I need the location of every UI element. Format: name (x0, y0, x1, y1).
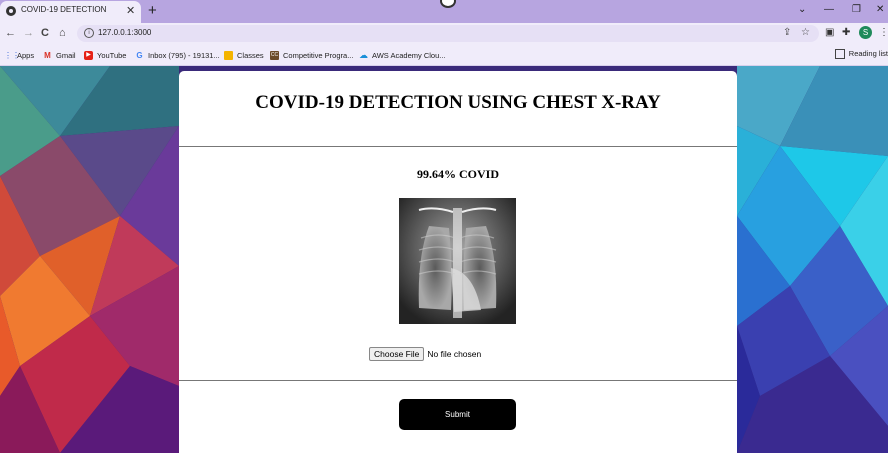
gmail-icon: M (44, 50, 51, 60)
bookmark-competitive-programming[interactable]: CC Competitive Progra... (270, 49, 353, 61)
browser-toolbar: ← → C ⌂ i 127.0.0.1:3000 ⇪ ☆ ▣ ✚ S ⋮ (0, 23, 888, 44)
bookmarks-bar: ⋮⋮ Apps M Gmail ▶ YouTube G Inbox (795) … (0, 44, 888, 66)
google-icon: G (136, 50, 143, 60)
bookmark-label: Competitive Progra... (283, 50, 354, 60)
bookmark-youtube[interactable]: ▶ YouTube (84, 49, 126, 61)
home-button[interactable]: ⌂ (59, 26, 66, 40)
bookmark-inbox[interactable]: G Inbox (795) - 19131... (135, 49, 220, 61)
bookmark-label: Classes (237, 50, 264, 60)
reading-list[interactable]: Reading list (834, 49, 888, 60)
close-window-button[interactable]: ✕ (876, 4, 884, 16)
url-text: 127.0.0.1:3000 (98, 28, 152, 37)
main-card: COVID-19 DETECTION USING CHEST X-RAY 99.… (179, 71, 737, 453)
menu-kebab-icon[interactable]: ⋮ (879, 26, 888, 40)
extension-badge-icon[interactable]: ▣ (825, 26, 834, 40)
cc-icon: CC (270, 50, 279, 60)
cloud-icon: ☁ (359, 49, 368, 60)
divider-top (179, 146, 737, 147)
reading-list-label: Reading list (848, 49, 888, 58)
tab-favicon-icon (6, 6, 16, 16)
page-title: COVID-19 DETECTION USING CHEST X-RAY (255, 92, 661, 113)
bookmark-label: AWS Academy Clou... (372, 50, 446, 60)
classroom-icon (224, 50, 233, 60)
apps-grid-icon: ⋮⋮ (4, 50, 20, 60)
tab-close-icon[interactable]: ✕ (126, 4, 135, 18)
camera-indicator-icon (440, 0, 456, 8)
bookmark-label: Gmail (56, 50, 76, 60)
restore-button[interactable]: ❐ (852, 4, 861, 16)
bookmark-aws-academy[interactable]: ☁ AWS Academy Clou... (359, 49, 446, 61)
site-info-icon[interactable]: i (84, 28, 94, 38)
minimize-button[interactable]: — (824, 4, 834, 16)
tab-strip: COVID-19 DETECTION ✕ + ⌄ — ❐ ✕ (0, 0, 888, 23)
tab-search-icon[interactable]: ⌄ (798, 4, 806, 16)
page-viewport: COVID-19 DETECTION USING CHEST X-RAY 99.… (0, 66, 888, 453)
youtube-icon: ▶ (84, 50, 93, 60)
bookmark-label: YouTube (97, 50, 127, 60)
bookmark-apps[interactable]: ⋮⋮ Apps (4, 49, 34, 61)
choose-file-button[interactable]: Choose File (369, 347, 425, 361)
bookmark-star-icon[interactable]: ☆ (801, 26, 810, 40)
bookmark-gmail[interactable]: M Gmail (43, 49, 76, 61)
back-button[interactable]: ← (5, 26, 16, 40)
profile-avatar[interactable]: S (859, 26, 872, 39)
file-status-text: No file chosen (427, 349, 482, 359)
reading-list-icon (834, 49, 845, 60)
bookmark-label: Apps (17, 50, 35, 60)
file-input[interactable]: Choose File No file chosen (369, 347, 481, 361)
extensions-puzzle-icon[interactable]: ✚ (842, 26, 850, 40)
bookmark-classes[interactable]: Classes (224, 49, 264, 61)
tab-title: COVID-19 DETECTION (21, 5, 107, 14)
forward-button[interactable]: → (23, 26, 34, 40)
address-bar[interactable]: i 127.0.0.1:3000 ⇪ ☆ (77, 25, 819, 42)
reload-button[interactable]: C (41, 26, 49, 40)
new-tab-button[interactable]: + (148, 2, 157, 20)
divider-bottom (179, 380, 737, 381)
bookmark-label: Inbox (795) - 19131... (148, 50, 220, 60)
prediction-result: 99.64% COVID (416, 167, 499, 181)
submit-button[interactable]: Submit (399, 399, 516, 430)
browser-tab[interactable]: COVID-19 DETECTION ✕ (0, 1, 141, 23)
chest-xray-image (399, 198, 516, 324)
share-icon[interactable]: ⇪ (783, 26, 791, 40)
